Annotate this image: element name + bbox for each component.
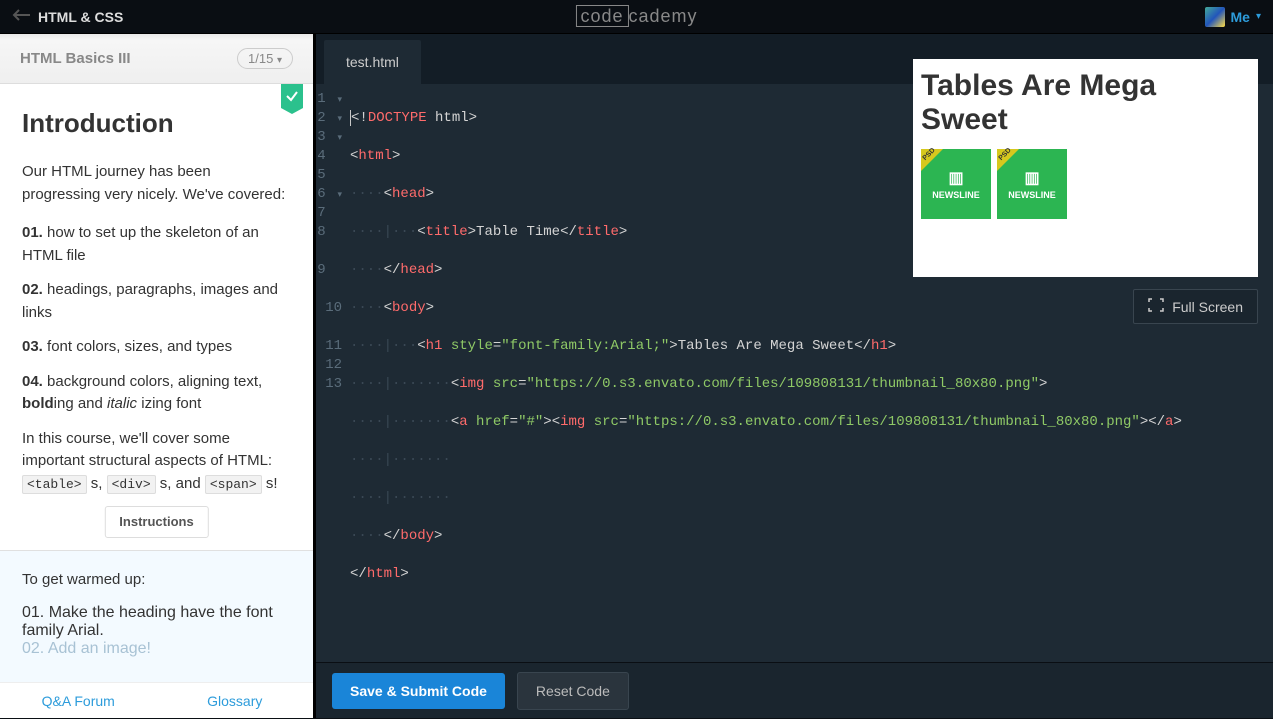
lesson-sidebar: HTML Basics III 1/15 ▾ Introduction Our … <box>0 34 313 718</box>
instructions-intro: To get warmed up: <box>22 571 291 588</box>
user-label: Me <box>1231 9 1250 25</box>
glossary-link[interactable]: Glossary <box>157 683 314 718</box>
logo-cademy: cademy <box>629 6 698 26</box>
course-title: HTML & CSS <box>38 9 123 25</box>
lesson-outro: In this course, we'll cover some importa… <box>22 428 291 496</box>
fullscreen-icon <box>1148 298 1164 315</box>
preview-image-1: PSD ▥ NEWSLINE <box>921 149 991 219</box>
covered-item-2: 02. headings, paragraphs, images and lin… <box>22 279 291 324</box>
preview-panel: Tables Are Mega Sweet PSD ▥ NEWSLINE PSD… <box>913 59 1258 324</box>
news-icon: ▥ <box>1024 168 1039 188</box>
lesson-intro: Our HTML journey has been progressing ve… <box>22 161 291 206</box>
instruction-1: 01. Make the heading have the font famil… <box>22 604 291 640</box>
user-menu[interactable]: Me ▾ <box>1205 7 1261 27</box>
chevron-down-icon: ▾ <box>1256 11 1261 22</box>
news-icon: ▥ <box>948 168 963 188</box>
instructions-section[interactable]: To get warmed up: 01. Make the heading h… <box>0 550 313 682</box>
avatar <box>1205 7 1225 27</box>
reset-code-button[interactable]: Reset Code <box>517 672 629 710</box>
back-arrow-icon[interactable] <box>12 8 30 26</box>
lesson-content[interactable]: Introduction Our HTML journey has been p… <box>0 84 313 550</box>
save-submit-button[interactable]: Save & Submit Code <box>332 673 505 709</box>
logo-code: code <box>575 5 628 27</box>
lesson-name: HTML Basics III <box>20 50 131 67</box>
completed-ribbon-icon <box>281 84 303 116</box>
editor-tab-test-html[interactable]: test.html <box>324 40 421 84</box>
chevron-down-icon: ▾ <box>277 55 282 66</box>
progress-dropdown[interactable]: 1/15 ▾ <box>237 48 293 69</box>
preview-image-2: PSD ▥ NEWSLINE <box>997 149 1067 219</box>
line-gutter: 1 ▾ 2 ▾ 3 ▾ 4 5 6 ▾ 7 8 9 10 11 12 13 <box>316 90 350 662</box>
covered-item-4: 04. background colors, aligning text, bo… <box>22 371 291 416</box>
sidebar-footer: Q&A Forum Glossary <box>0 682 313 718</box>
topbar: HTML & CSS codecademy Me ▾ <box>0 0 1273 34</box>
sidebar-header: HTML Basics III 1/15 ▾ <box>0 34 313 84</box>
editor-bottombar: Save & Submit Code Reset Code <box>316 662 1273 718</box>
preview-output: Tables Are Mega Sweet PSD ▥ NEWSLINE PSD… <box>913 59 1258 277</box>
editor-area: test.html 1 ▾ 2 ▾ 3 ▾ 4 5 6 ▾ 7 8 9 10 1… <box>313 34 1273 718</box>
covered-item-1: 01. how to set up the skeleton of an HTM… <box>22 222 291 267</box>
lesson-heading: Introduction <box>22 104 291 143</box>
logo[interactable]: codecademy <box>575 6 697 27</box>
instructions-tab: Instructions <box>104 506 208 538</box>
preview-heading: Tables Are Mega Sweet <box>921 69 1250 137</box>
preview-image-link[interactable]: PSD ▥ NEWSLINE <box>997 149 1067 219</box>
instruction-2: 02. Add an image! <box>22 640 291 658</box>
covered-item-3: 03. font colors, sizes, and types <box>22 336 291 359</box>
fullscreen-button[interactable]: Full Screen <box>1133 289 1258 324</box>
qa-forum-link[interactable]: Q&A Forum <box>0 683 157 718</box>
